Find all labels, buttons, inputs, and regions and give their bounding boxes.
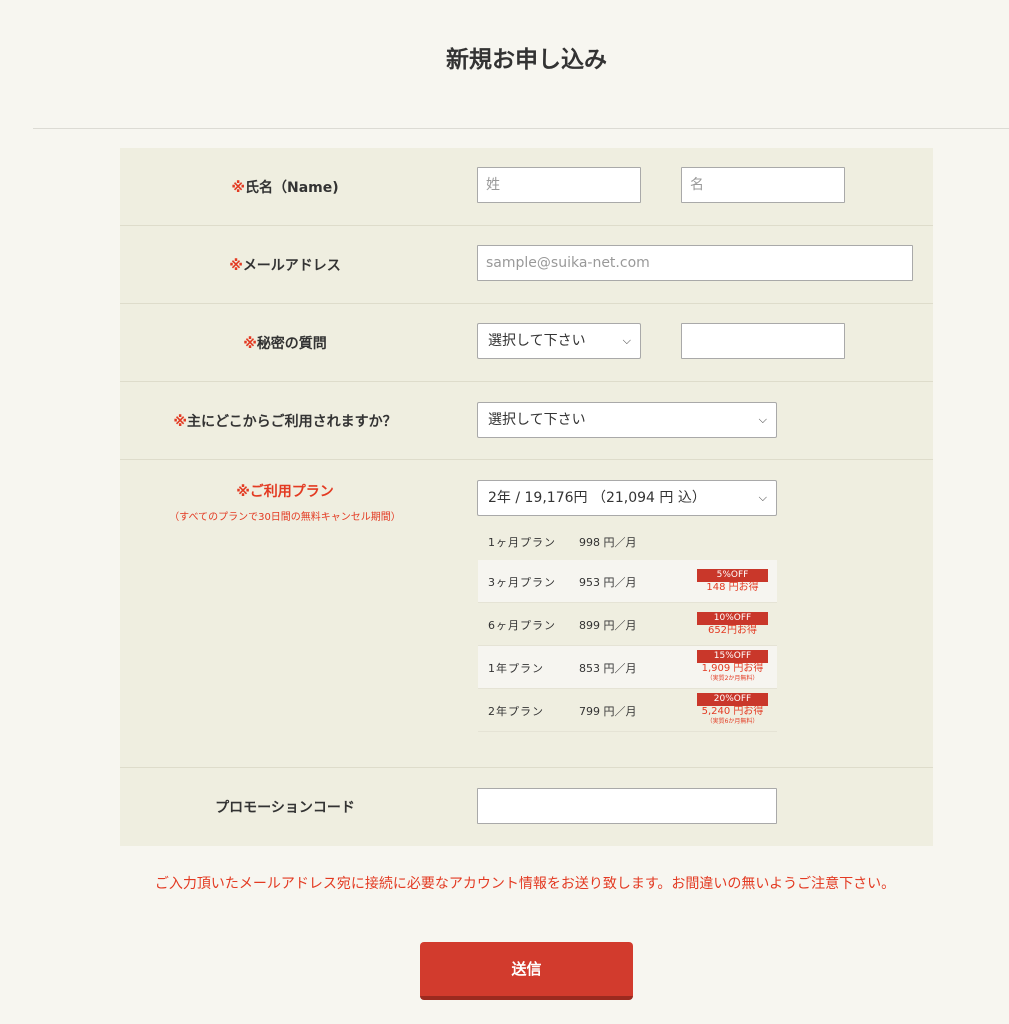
required-mark: ※ [243,336,257,352]
last-name-input[interactable]: 姓 [477,167,641,203]
plan-note: （すべてのプランで30日間の無料キャンセル期間） [169,512,401,523]
plan-table-row: 1年プラン 853 円／月 15%OFF 1,909 円お得 （実質2か月無料） [478,646,777,689]
discount-note: （実質6か月無料） [706,718,759,725]
discount-percent: 20%OFF [697,693,768,706]
required-mark: ※ [229,258,243,274]
secret-question-label: ※秘密の質問 [120,333,450,353]
plan-label-text: ご利用プラン [249,484,334,500]
signup-form: ※氏名（Name) 姓 名 ※メールアドレス sample@suika-net.… [120,148,933,846]
plan-price: 899 円／月 [579,619,637,632]
plan-name: 1年プラン [488,662,544,675]
plan-table-row: 3ヶ月プラン 953 円／月 5%OFF 148 円お得 [478,560,777,603]
plan-select-value: 2年 / 19,176円 （21,094 円 込） [488,490,706,506]
promo-row: プロモーションコード [120,768,933,846]
plan-name: 1ヶ月プラン [488,536,556,549]
name-label: ※氏名（Name) [120,177,450,197]
plan-name: 3ヶ月プラン [488,576,556,589]
discount-savings: 148 円お得 [706,582,759,593]
page-title: 新規お申し込み [446,47,607,73]
name-label-text: 氏名（Name) [244,180,339,196]
email-input[interactable]: sample@suika-net.com [477,245,913,281]
email-row: ※メールアドレス sample@suika-net.com [120,226,933,304]
discount-badge: 10%OFF 652円お得 [697,612,768,637]
email-label: ※メールアドレス [120,255,450,275]
chevron-down-icon: ⌵ [758,491,767,504]
required-mark: ※ [236,484,250,500]
required-mark: ※ [173,414,188,430]
discount-percent: 10%OFF [697,612,768,625]
email-label-text: メールアドレス [242,258,341,274]
discount-badge: 5%OFF 148 円お得 [697,569,768,594]
plan-price: 998 円／月 [579,536,637,549]
plan-name: 2年プラン [488,705,544,718]
plan-table-row: 6ヶ月プラン 899 円／月 10%OFF 652円お得 [478,603,777,646]
discount-badge: 15%OFF 1,909 円お得 （実質2か月無料） [697,650,768,683]
usage-select[interactable]: 選択して下さい ⌵ [477,402,777,438]
discount-percent: 5%OFF [697,569,768,582]
title-divider [33,128,1009,129]
discount-badge: 20%OFF 5,240 円お得 （実質6か月無料） [697,693,768,726]
usage-select-value: 選択して下さい [488,412,586,428]
plan-label: ※ご利用プラン [120,481,450,501]
submit-button[interactable]: 送信 [420,942,633,1000]
promo-code-input[interactable] [477,788,777,824]
usage-label-text: 主にどこからご利用されますか？ [187,414,397,430]
secret-question-row: ※秘密の質問 選択して下さい ⌵ [120,304,933,382]
usage-label: ※主にどこからご利用されますか？ [120,411,450,431]
name-row: ※氏名（Name) 姓 名 [120,148,933,226]
usage-row: ※主にどこからご利用されますか？ 選択して下さい ⌵ [120,382,933,460]
plan-table-row: 1ヶ月プラン 998 円／月 [478,520,777,560]
secret-question-select-value: 選択して下さい [488,333,586,349]
secret-question-select[interactable]: 選択して下さい ⌵ [477,323,641,359]
discount-savings: 5,240 円お得 [701,706,764,717]
secret-question-label-text: 秘密の質問 [256,336,327,352]
plan-price: 799 円／月 [579,705,637,718]
plan-table-row: 2年プラン 799 円／月 20%OFF 5,240 円お得 （実質6か月無料） [478,689,777,732]
discount-note: （実質2か月無料） [706,675,759,682]
plan-select[interactable]: 2年 / 19,176円 （21,094 円 込） ⌵ [477,480,777,516]
plan-row: ※ご利用プラン （すべてのプランで30日間の無料キャンセル期間） 2年 / 19… [120,460,933,768]
plan-name: 6ヶ月プラン [488,619,556,632]
required-mark: ※ [231,180,245,196]
discount-savings: 652円お得 [707,625,758,636]
plan-table: 1ヶ月プラン 998 円／月 3ヶ月プラン 953 円／月 5%OFF 148 … [478,520,777,732]
last-name-placeholder: 姓 [486,177,500,193]
first-name-placeholder: 名 [690,177,704,193]
discount-savings: 1,909 円お得 [701,663,764,674]
email-placeholder: sample@suika-net.com [486,255,650,271]
chevron-down-icon: ⌵ [758,413,767,426]
chevron-down-icon: ⌵ [622,334,631,347]
discount-percent: 15%OFF [697,650,768,663]
notice-text: ご入力頂いたメールアドレス宛に接続に必要なアカウント情報をお送り致します。お間違… [154,876,896,892]
plan-price: 953 円／月 [579,576,637,589]
plan-price: 853 円／月 [579,662,637,675]
promo-label: プロモーションコード [215,800,355,816]
secret-answer-input[interactable] [681,323,845,359]
first-name-input[interactable]: 名 [681,167,845,203]
